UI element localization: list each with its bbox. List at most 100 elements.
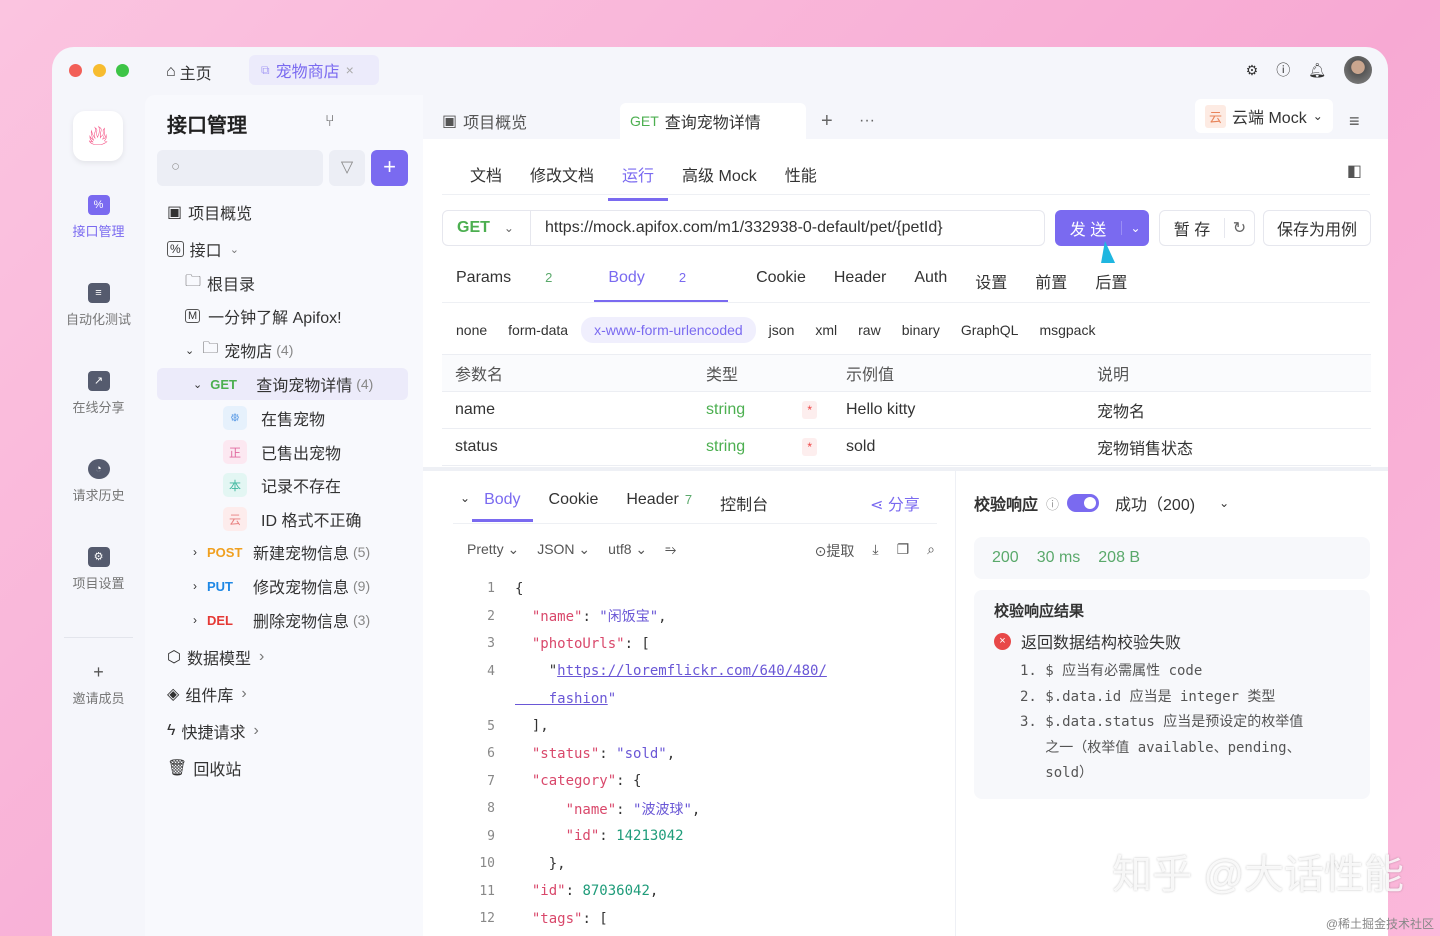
tree-item-api[interactable]: % 接口 ⌄ — [157, 233, 408, 265]
tree-item-case[interactable]: ᪥ 在售宠物 — [157, 402, 408, 434]
tab-cookie[interactable]: Cookie — [549, 491, 599, 522]
more-icon[interactable]: ··· — [859, 103, 875, 139]
required-marker[interactable]: * — [802, 401, 817, 419]
tree-item-models[interactable]: ⬡ 数据模型 › — [157, 641, 408, 673]
tree-item-case[interactable]: 正已售出宠物 — [157, 436, 408, 468]
share-button[interactable]: ⋖ 分享 — [870, 491, 920, 515]
tab-auth[interactable]: Auth — [914, 269, 947, 303]
tab-get-pet[interactable]: GET 查询宠物详情 — [620, 103, 806, 139]
tab-pre[interactable]: 前置 — [1035, 269, 1067, 303]
tree-item-overview[interactable]: ▣ 项目概览 — [157, 196, 408, 228]
maximize-window-button[interactable] — [116, 64, 129, 77]
tab-header[interactable]: Header 7 — [626, 491, 692, 522]
rail-item-share[interactable]: ↗ 在线分享 — [52, 371, 145, 416]
tab-body[interactable]: Body 2 — [594, 269, 729, 303]
tree-item-trash[interactable]: 🗑︎ 回收站 — [157, 752, 408, 784]
body-type-graphql[interactable]: GraphQL — [961, 322, 1019, 338]
save-temp-button[interactable]: 暂 存 ↻ — [1159, 210, 1255, 246]
tree-item-doc[interactable]: M 一分钟了解 Apifox! — [157, 300, 408, 332]
body-type-binary[interactable]: binary — [902, 322, 940, 338]
rail-item-api[interactable]: % 接口管理 — [52, 195, 145, 240]
url-input[interactable]: https://mock.apifox.com/m1/332938-0-defa… — [531, 219, 943, 237]
tree-item-quick[interactable]: ϟ 快捷请求 › — [157, 715, 408, 747]
param-example[interactable]: Hello kitty — [833, 391, 1084, 429]
rail-item-settings[interactable]: ⚙ 项目设置 — [52, 547, 145, 592]
download-icon[interactable]: ⤓ — [872, 541, 878, 561]
response-code[interactable]: 1{2 "name": "闲饭宝", 3 "photoUrls": [4 "htt… — [463, 575, 827, 933]
tab-params[interactable]: Params 2 — [456, 269, 580, 303]
tab-post[interactable]: 后置 — [1095, 269, 1127, 303]
copy-icon[interactable]: ❐ — [897, 541, 910, 561]
body-type-json[interactable]: json — [769, 322, 795, 338]
tree-item-root[interactable]: 🗀 根目录 — [157, 267, 408, 299]
tab-body[interactable]: Body — [472, 491, 533, 522]
settings-icon[interactable]: ⚙ — [1246, 62, 1259, 79]
code-token[interactable]: fashion — [515, 691, 608, 707]
tree-item-case[interactable]: 云 ID 格式不正确 — [157, 503, 408, 535]
table-row[interactable]: name string * Hello kitty 宠物名 — [442, 391, 1371, 429]
body-type-xml[interactable]: xml — [815, 322, 837, 338]
tree-item-put[interactable]: › PUT 修改宠物信息 (9) — [157, 570, 408, 602]
param-type[interactable]: string * — [693, 391, 833, 429]
table-row[interactable]: status string * sold 宠物销售状态 — [442, 428, 1371, 466]
close-window-button[interactable] — [69, 64, 82, 77]
rail-item-invite[interactable]: + 邀请成员 — [52, 662, 145, 707]
collapse-icon[interactable]: ⌄ — [460, 491, 470, 522]
code-token[interactable]: https://loremflickr.com/640/480/ — [557, 663, 827, 679]
param-name[interactable]: name — [442, 391, 693, 429]
refresh-icon[interactable]: ↻ — [1224, 218, 1254, 238]
rail-item-history[interactable]: ◔ 请求历史 — [52, 459, 145, 504]
send-button[interactable]: 发 送 ⌄ — [1055, 210, 1149, 246]
body-type-msgpack[interactable]: msgpack — [1039, 322, 1095, 338]
body-type-urlencoded[interactable]: x-www-form-urlencoded — [581, 317, 756, 343]
param-type[interactable]: string * — [693, 428, 833, 466]
extract-button[interactable]: ⊙提取 — [815, 541, 855, 561]
tree-item-folder[interactable]: ⌄ 🗀 宠物店 (4) — [157, 334, 408, 366]
branch-icon[interactable]: ⑂ — [325, 113, 335, 131]
param-desc[interactable]: 宠物销售状态 — [1084, 428, 1371, 466]
tab-settings[interactable]: 设置 — [975, 269, 1007, 303]
status-select[interactable]: 成功（200) — [1115, 491, 1195, 515]
body-type-form-data[interactable]: form-data — [508, 322, 568, 338]
validate-toggle[interactable] — [1067, 494, 1100, 512]
project-tab[interactable]: ⧉ 宠物商店 × — [249, 55, 379, 85]
new-tab-button[interactable]: + — [821, 103, 833, 139]
tree-item-get-pet[interactable]: ⌄ GET 查询宠物详情 (4) — [157, 368, 408, 400]
method-select[interactable]: GET ⌄ — [443, 211, 531, 245]
chevron-down-icon[interactable]: ⌄ — [1121, 221, 1149, 235]
tab-cookie[interactable]: Cookie — [756, 269, 806, 303]
avatar[interactable] — [1344, 56, 1372, 84]
env-select[interactable]: 云云端 Mock ⌄ — [1195, 99, 1333, 133]
format-select[interactable]: Pretty ⌄ — [467, 541, 519, 561]
search-input[interactable]: ○ — [157, 150, 323, 186]
filter-button[interactable]: ▽ — [329, 150, 365, 186]
rail-item-autotest[interactable]: ≡ 自动化测试 — [52, 283, 145, 328]
lang-select[interactable]: JSON ⌄ — [537, 541, 590, 561]
wrap-icon[interactable]: ⥱ — [665, 541, 676, 561]
panel-toggle-icon[interactable]: ◧ — [1347, 161, 1362, 181]
add-button[interactable]: + — [371, 150, 408, 186]
home-tab[interactable]: ⌂ 主页 — [166, 60, 212, 84]
menu-icon[interactable]: ≡ — [1349, 103, 1360, 139]
search-icon[interactable]: ⌕ — [927, 541, 935, 561]
chevron-down-icon[interactable]: ⌄ — [1219, 496, 1229, 510]
save-case-button[interactable]: 保存为用例 — [1263, 210, 1371, 246]
param-desc[interactable]: 宠物名 — [1084, 391, 1371, 429]
close-tab-icon[interactable]: × — [346, 62, 354, 78]
param-name[interactable]: status — [442, 428, 693, 466]
param-example[interactable]: sold — [833, 428, 1084, 466]
body-type-raw[interactable]: raw — [858, 322, 881, 338]
tree-item-components[interactable]: ◈ 组件库 › — [157, 678, 408, 710]
tab-overview[interactable]: ▣ 项目概览 — [442, 103, 527, 139]
tab-header[interactable]: Header — [834, 269, 886, 303]
tree-item-del[interactable]: › DEL 删除宠物信息 (3) — [157, 604, 408, 636]
help-icon[interactable]: ⓘ — [1276, 60, 1290, 80]
help-icon[interactable]: ⓘ — [1046, 494, 1059, 513]
minimize-window-button[interactable] — [93, 64, 106, 77]
body-type-none[interactable]: none — [456, 322, 487, 338]
tab-console[interactable]: 控制台 — [720, 491, 768, 522]
tree-item-case[interactable]: 本记录不存在 — [157, 469, 408, 501]
bell-icon[interactable]: 🔔︎ — [1308, 62, 1326, 79]
encoding-select[interactable]: utf8 ⌄ — [608, 541, 647, 561]
required-marker[interactable]: * — [802, 438, 817, 456]
